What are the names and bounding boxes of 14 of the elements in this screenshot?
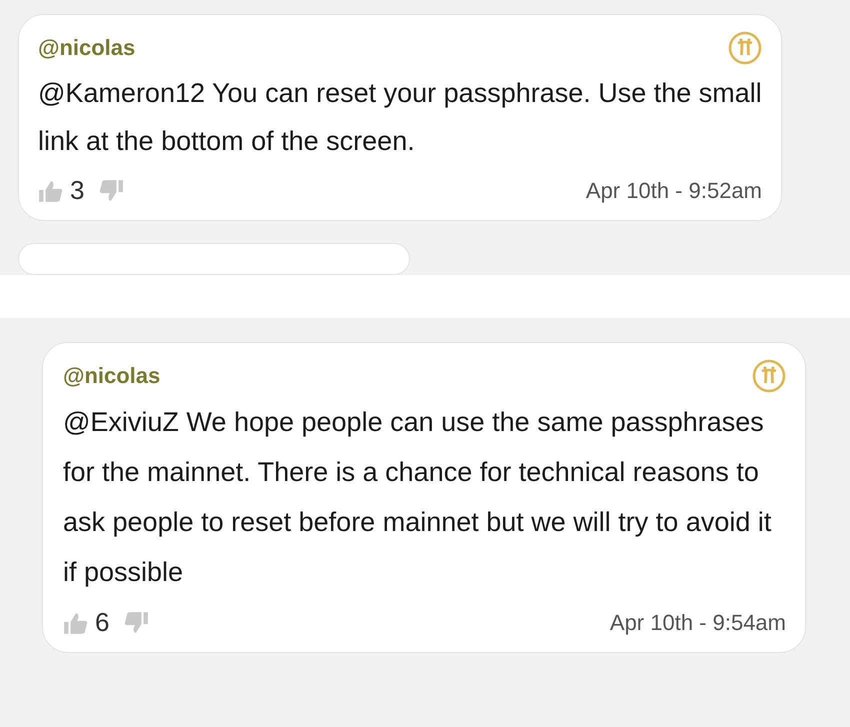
- comment-text: @ExiviuZ We hope people can use the same passphrases for the mainnet. There is a chance for technical reasons to ask people to reset before mainnet but we will try to avoid it if possible: [63, 406, 772, 589]
- thumbs-up-icon[interactable]: [38, 178, 64, 202]
- coin-icon: [752, 359, 786, 393]
- username[interactable]: @nicolas: [63, 363, 160, 389]
- thumbs-down-icon[interactable]: [123, 610, 150, 634]
- username[interactable]: @nicolas: [38, 35, 136, 61]
- thumbs-up-icon[interactable]: [63, 610, 89, 634]
- timestamp: Apr 10th - 9:54am: [610, 610, 786, 636]
- thumbs-down-icon[interactable]: [98, 178, 124, 202]
- like-count: 6: [95, 607, 110, 638]
- timestamp: Apr 10th - 9:52am: [586, 178, 762, 204]
- comment-text: @Kameron12 You can reset your passphrase. Use the small link at the bottom of the screen.: [38, 77, 762, 158]
- like-count: 3: [70, 175, 84, 206]
- coin-icon: [728, 31, 762, 65]
